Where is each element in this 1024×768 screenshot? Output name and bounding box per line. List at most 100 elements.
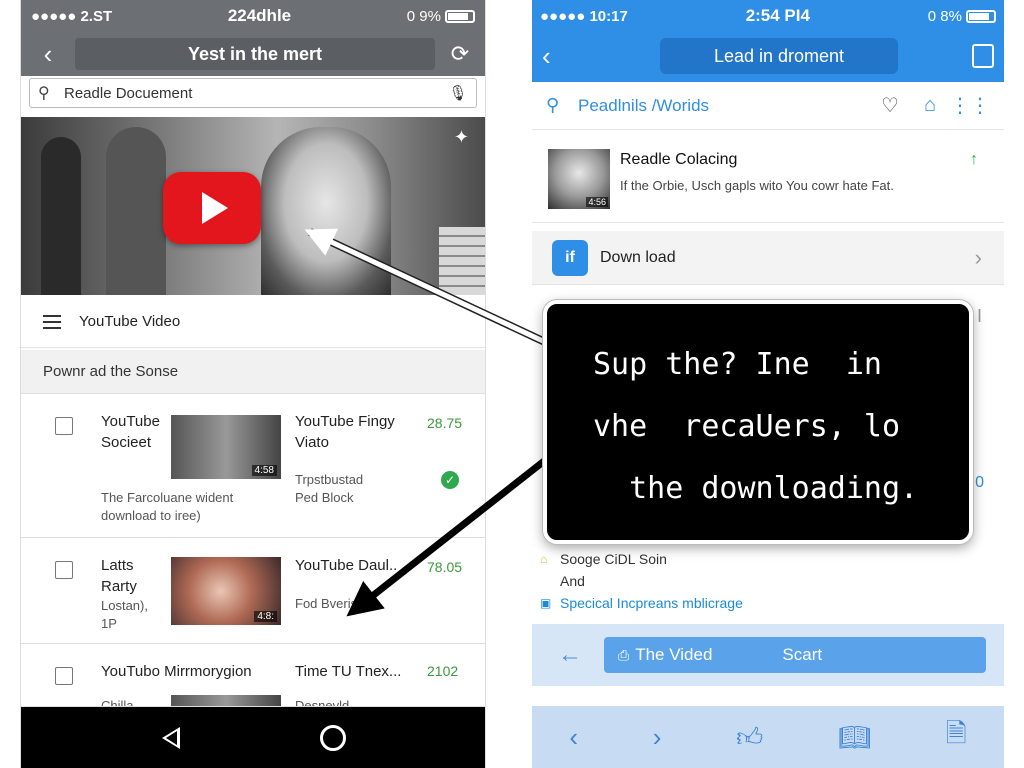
battery-icon — [444, 9, 475, 23]
row-right-desc: Desnevld — [295, 698, 350, 707]
back-chevron-icon[interactable]: ‹ — [569, 722, 578, 753]
row-right-desc: Fod Bveris — [295, 595, 357, 613]
list-item[interactable]: YouTube Socieet 4:58 YouTube Fingy Viato… — [21, 395, 485, 538]
row-number: 28.75 — [427, 415, 463, 431]
row-right-desc-line: Trpstbustad — [295, 472, 364, 487]
thumbs-up-icon[interactable]: 👍︎ — [736, 722, 763, 753]
refresh-icon[interactable]: ⟳ — [445, 41, 475, 67]
nav-bar: ‹ Lead in droment — [532, 32, 1004, 80]
row-title: YouTube Socieet — [101, 411, 160, 453]
document-icon[interactable] — [972, 44, 994, 68]
book-icon[interactable]: 📖︎ — [838, 722, 871, 753]
row-right-title: YouTube Daul.. — [295, 555, 397, 576]
grid-icon[interactable]: ⋮⋮ — [950, 93, 990, 118]
top-bar: ●●●●● 10:17 2:54 PI4 0 8% ‹ Lead in drom… — [532, 0, 1004, 82]
caption-popup[interactable]: Sup the? Ine in vhe recaUers, lo the dow… — [543, 300, 973, 544]
nav-back-triangle-icon[interactable] — [161, 726, 180, 749]
row-thumbnail[interactable]: 4:58 — [171, 415, 281, 479]
row-checkbox[interactable] — [55, 561, 73, 579]
left-phone-screen: ●●●●● 2.ST 224dhle 0 9% ‹ Yest in the me… — [20, 0, 486, 768]
check-circle-icon: ✓ — [441, 471, 459, 489]
row-title: Latts Rarty — [101, 555, 137, 597]
row-thumbnail[interactable]: 4:8: — [171, 557, 281, 625]
android-nav-bar — [21, 707, 485, 768]
hero-books — [439, 227, 485, 295]
download-label: Down load — [600, 248, 676, 266]
battery-percent: 0 9% — [406, 7, 441, 25]
app-icon: if — [552, 239, 588, 276]
lock-icon: ⎙ — [618, 646, 630, 663]
button-action: Scart — [782, 645, 823, 664]
row-title-line: Latts — [101, 557, 134, 574]
item-desc: If the Orbie, Usch gapls wito You cowr h… — [620, 178, 894, 193]
video-hero[interactable]: ✦ — [21, 117, 485, 295]
battery-percent: 0 8% — [927, 7, 962, 25]
hero-figure-middle — [106, 127, 166, 295]
page-title: Lead in droment — [660, 38, 898, 74]
item-thumbnail[interactable]: 4:56 — [548, 149, 610, 209]
row-desc: The Farcoluane wident download to iree) — [101, 489, 233, 525]
row-right-desc: Trpstbustad Ped Block — [295, 471, 363, 507]
hidden-mark: 0 — [975, 474, 984, 491]
bottom-toolbar: ‹ › 👍︎ 📖︎ 🗎 — [532, 706, 1004, 768]
search-input[interactable]: ⚲ Readle Docuement 🎙 — [29, 78, 477, 108]
search-bar[interactable]: ⚲ Peadlnils /Worids ♡ ⌂ ⋮⋮ — [532, 82, 1004, 130]
pin-icon[interactable]: ✦ — [454, 127, 469, 148]
list-line: And — [532, 570, 1004, 592]
list-item[interactable]: YouTubo Mirrmorygion Chilla Time TU Tnex… — [21, 645, 485, 707]
row-right-desc-line: Ped Block — [295, 490, 354, 505]
start-video-button[interactable]: ⎙ The Vided Scart — [604, 637, 986, 673]
hero-figure-left — [41, 137, 81, 295]
row-desc-line: Lostan), — [101, 598, 148, 613]
building-icon[interactable]: ⌂ — [910, 94, 950, 117]
battery-status: 0 9% — [407, 8, 475, 25]
list-line[interactable]: ▣ Specical Incpreans mblicrage — [532, 592, 1004, 614]
list-line-text: Sooge CiDL Soin — [560, 551, 667, 567]
battery-status: 0 8% — [928, 8, 996, 25]
thumb-duration: 4:58 — [251, 465, 277, 476]
row-right-title: YouTube Fingy Viato — [295, 411, 395, 453]
list-item[interactable]: 4:56 Readle Colacing If the Orbie, Usch … — [532, 137, 1004, 223]
list-item[interactable]: Latts Rarty Lostan), 1P 4:8: YouTube Dau… — [21, 539, 485, 644]
row-right-title: Time TU Tnex... — [295, 663, 402, 680]
microphone-icon[interactable]: 🎙 — [448, 84, 468, 102]
search-icon: ⚲ — [546, 95, 560, 115]
menu-icon[interactable] — [43, 314, 61, 329]
section-title: YouTube Video — [79, 313, 181, 330]
thumb-duration: 4:56 — [586, 197, 608, 207]
row-right-title-line: Viato — [295, 434, 329, 451]
youtube-play-button[interactable] — [163, 172, 261, 244]
row-title-line: YouTube — [101, 413, 160, 430]
row-right-desc-line: Fod Bveris — [295, 596, 358, 611]
row-title-line: Socieet — [101, 434, 152, 451]
action-bar: ← ⎙ The Vided Scart — [532, 624, 1004, 686]
item-title: Readle Colacing — [620, 151, 738, 168]
back-chevron-icon[interactable]: ‹ — [542, 41, 572, 72]
info-square-icon: ▣ — [540, 596, 552, 610]
forward-chevron-icon[interactable]: › — [653, 722, 662, 753]
search-icon: ⚲ — [38, 85, 50, 102]
back-arrow-icon[interactable]: ← — [558, 641, 604, 669]
section-header: YouTube Video — [21, 296, 485, 348]
row-title-line: Rarty — [101, 578, 137, 595]
nav-home-circle-icon[interactable] — [320, 724, 347, 751]
chevron-right-icon: › — [974, 244, 982, 270]
row-desc-line: 1P — [101, 616, 117, 631]
up-arrow-icon[interactable]: ↑ — [970, 151, 978, 169]
status-time: 224dhle — [227, 6, 292, 25]
back-chevron-icon[interactable]: ‹ — [31, 39, 65, 70]
row-checkbox[interactable] — [55, 667, 73, 685]
row-desc: Chilla — [101, 698, 134, 707]
save-icon[interactable]: 🗎 — [946, 715, 967, 759]
status-bar: ●●●●● 10:17 2:54 PI4 0 8% — [532, 0, 1004, 32]
row-desc-line: download to iree) — [101, 508, 201, 523]
heart-icon[interactable]: ♡ — [870, 93, 910, 118]
row-desc-line: The Farcoluane wident — [101, 490, 234, 505]
list-line-text: Specical Incpreans mblicrage — [560, 595, 743, 611]
hero-face — [261, 127, 391, 295]
popup-line: the downloading. — [593, 471, 919, 506]
detail-list: ⌂ Sooge CiDL Soin And ▣ Specical Incprea… — [532, 548, 1004, 614]
download-row[interactable]: if Down load › — [532, 231, 1004, 285]
row-thumbnail[interactable] — [171, 695, 281, 706]
row-checkbox[interactable] — [55, 417, 73, 435]
